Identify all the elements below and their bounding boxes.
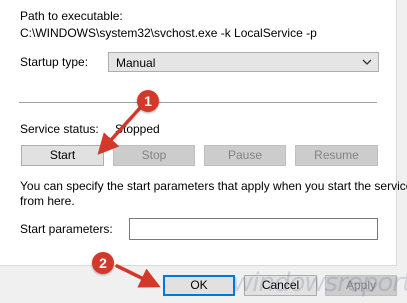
service-status-value: Stopped (115, 122, 160, 136)
path-label: Path to executable: (20, 9, 123, 23)
service-status-label: Service status: (20, 122, 99, 136)
resume-button[interactable]: Resume (295, 145, 378, 166)
chevron-down-icon (362, 59, 372, 65)
callout-badge-1: 1 (137, 90, 159, 112)
ok-button[interactable]: OK (163, 275, 235, 296)
startup-type-dropdown[interactable]: Manual (108, 52, 379, 72)
start-params-label: Start parameters: (20, 222, 113, 236)
divider (19, 102, 377, 103)
pause-button[interactable]: Pause (204, 145, 286, 166)
watermark-logo: windowsreport (232, 268, 407, 298)
start-params-description-cont: from here. (20, 194, 75, 208)
startup-type-value: Manual (116, 56, 156, 70)
startup-type-label: Startup type: (20, 55, 89, 69)
arrow-to-ok-icon (115, 264, 161, 288)
properties-panel: Path to executable: C:\WINDOWS\system32\… (0, 0, 407, 266)
path-value: C:\WINDOWS\system32\svchost.exe -k Local… (20, 26, 317, 40)
start-params-description: You can specify the start parameters tha… (20, 179, 407, 193)
callout-badge-2: 2 (92, 252, 114, 274)
start-params-input[interactable] (129, 218, 378, 240)
stop-button[interactable]: Stop (113, 145, 195, 166)
start-button[interactable]: Start (21, 145, 104, 166)
